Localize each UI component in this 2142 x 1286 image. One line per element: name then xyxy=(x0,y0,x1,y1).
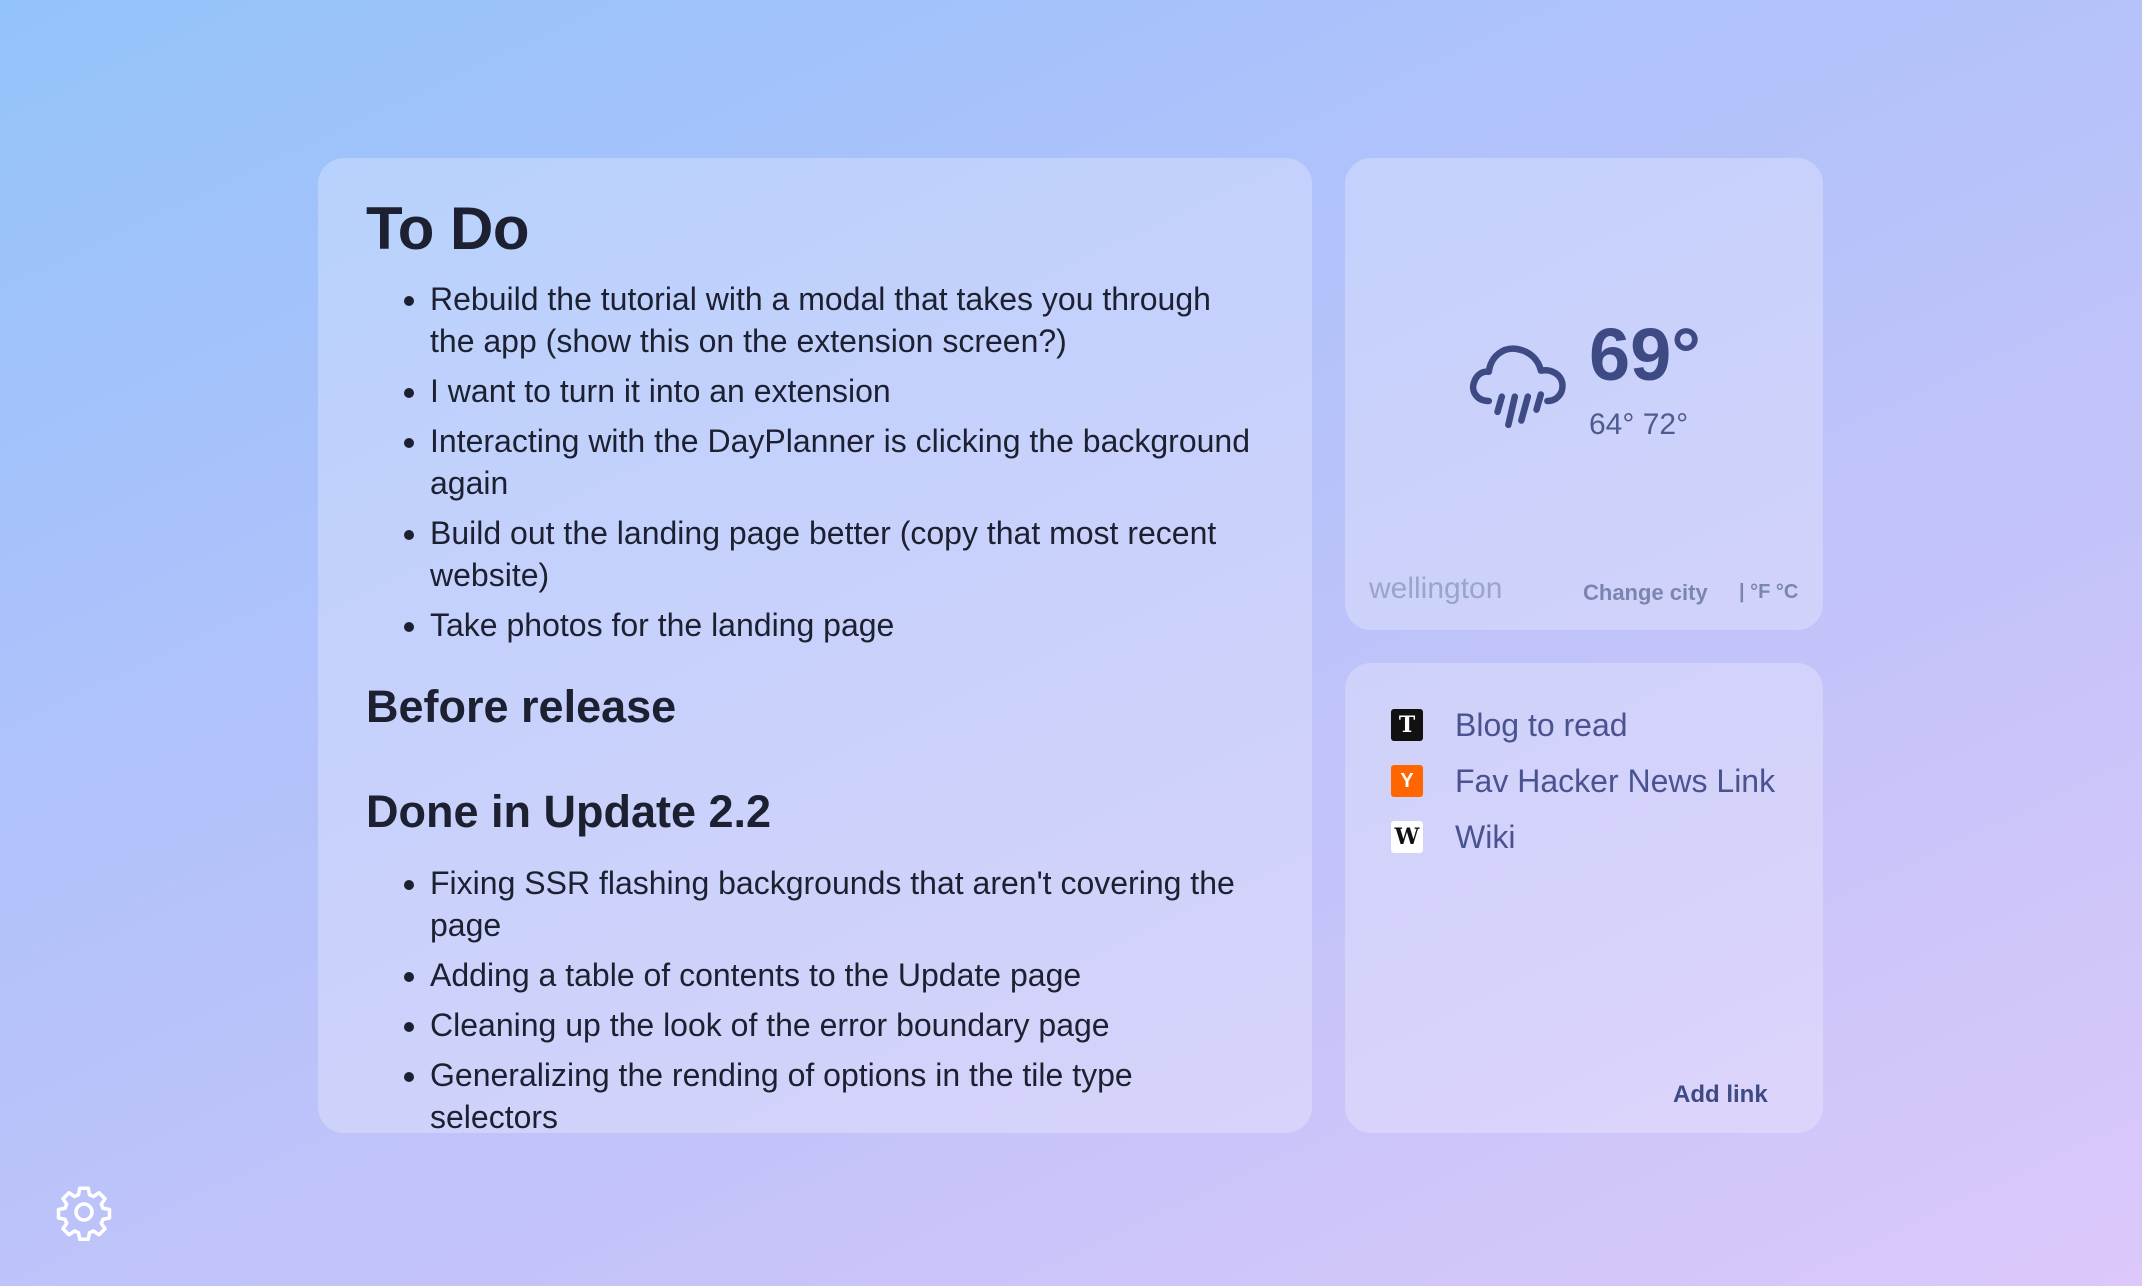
weather-card: 69° 64° 72° wellington Change city | °F … xyxy=(1345,158,1823,630)
link-item[interactable]: T Blog to read xyxy=(1391,697,1775,753)
temperature-range: 64° 72° xyxy=(1589,408,1689,441)
link-label[interactable]: Blog to read xyxy=(1455,707,1628,744)
t-favicon-icon: T xyxy=(1391,709,1423,741)
notes-card[interactable]: To Do Rebuild the tutorial with a modal … xyxy=(318,158,1312,1133)
done-list: Fixing SSR flashing backgrounds that are… xyxy=(366,862,1264,1133)
done-update-heading: Done in Update 2.2 xyxy=(366,785,772,837)
add-link-button[interactable]: Add link xyxy=(1673,1081,1768,1109)
hacker-news-favicon-icon: Y xyxy=(1391,765,1423,797)
done-item: Generalizing the rending of options in t… xyxy=(430,1054,1264,1133)
todo-list: Rebuild the tutorial with a modal that t… xyxy=(366,278,1264,646)
done-item: Cleaning up the look of the error bounda… xyxy=(430,1004,1264,1046)
link-label[interactable]: Fav Hacker News Link xyxy=(1455,763,1775,800)
change-city-button[interactable]: Change city xyxy=(1583,582,1708,604)
done-item: Adding a table of contents to the Update… xyxy=(430,954,1264,996)
todo-item: I want to turn it into an extension xyxy=(430,370,1264,412)
links-card: T Blog to read Y Fav Hacker News Link W … xyxy=(1345,663,1823,1133)
link-item[interactable]: W Wiki xyxy=(1391,809,1775,865)
wikipedia-favicon-icon: W xyxy=(1391,821,1423,853)
todo-item: Take photos for the landing page xyxy=(430,604,1264,646)
rain-cloud-icon xyxy=(1469,345,1566,429)
current-temperature: 69° xyxy=(1589,313,1701,396)
links-list: T Blog to read Y Fav Hacker News Link W … xyxy=(1391,697,1775,865)
before-release-heading: Before release xyxy=(366,681,677,732)
todo-item: Interacting with the DayPlanner is click… xyxy=(430,420,1264,504)
done-item: Fixing SSR flashing backgrounds that are… xyxy=(430,862,1264,946)
todo-item: Build out the landing page better (copy … xyxy=(430,512,1264,596)
link-item[interactable]: Y Fav Hacker News Link xyxy=(1391,753,1775,809)
todo-item: Rebuild the tutorial with a modal that t… xyxy=(430,278,1264,362)
city-name: wellington xyxy=(1369,572,1503,605)
link-label[interactable]: Wiki xyxy=(1455,819,1515,856)
gear-icon[interactable] xyxy=(54,1182,114,1242)
todo-heading: To Do xyxy=(366,195,530,262)
unit-toggle[interactable]: | °F °C xyxy=(1739,582,1798,602)
